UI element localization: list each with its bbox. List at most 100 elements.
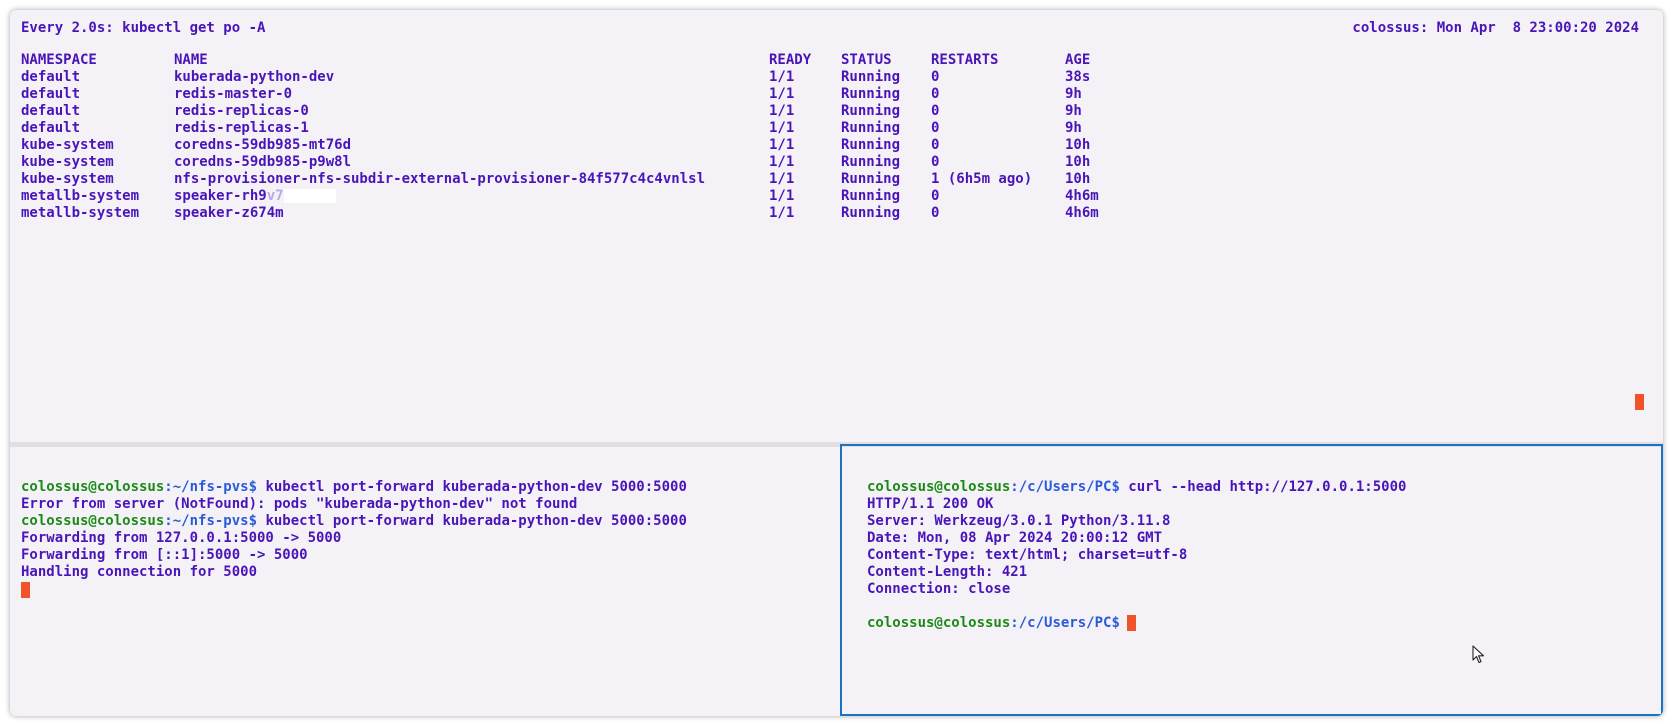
- pod-restarts: 0: [931, 154, 940, 170]
- terminal-cursor: [21, 582, 30, 598]
- col-name: NAME: [174, 52, 208, 68]
- curl-pane-active[interactable]: colossus@colossus:/c/Users/PC$ curl --he…: [840, 444, 1663, 716]
- mouse-pointer-icon: [1472, 645, 1485, 664]
- table-row: kube-system nfs-provisioner-nfs-subdir-e…: [10, 171, 1210, 188]
- pod-ready: 1/1: [769, 137, 795, 153]
- pod-name: coredns-59db985-p9w8l: [174, 154, 352, 170]
- prompt-user: colossus@colossus: [21, 479, 165, 495]
- pod-age: 4h6m: [1065, 205, 1099, 221]
- prompt-line: colossus@colossus:/c/Users/PC$ curl --he…: [867, 479, 1406, 496]
- pod-namespace: kube-system: [21, 171, 114, 187]
- response-line: HTTP/1.1 200 OK: [867, 496, 994, 512]
- prompt-line: colossus@colossus:~/nfs-pvs$ kubectl por…: [21, 513, 687, 530]
- pod-status: Running: [841, 69, 901, 85]
- pod-age: 38s: [1065, 69, 1091, 85]
- prompt-path: :/c/Users/PC$: [1010, 615, 1120, 631]
- pod-age: 10h: [1065, 171, 1091, 187]
- error-line: Error from server (NotFound): pods "kube…: [21, 496, 578, 512]
- pod-ready: 1/1: [769, 103, 795, 119]
- pod-ready: 1/1: [769, 188, 795, 204]
- pod-name: redis-replicas-0: [174, 103, 309, 119]
- pod-name: coredns-59db985-mt76d: [174, 137, 352, 153]
- col-ready: READY: [769, 52, 812, 68]
- pod-name: redis-master-0: [174, 86, 293, 102]
- port-forward-pane[interactable]: colossus@colossus:~/nfs-pvs$ kubectl por…: [10, 447, 840, 716]
- pod-restarts: 0: [931, 86, 940, 102]
- pod-name: speaker-rh9v7: [174, 188, 336, 205]
- pod-ready: 1/1: [769, 154, 795, 170]
- table-row: metallb-system speaker-rh9v7 1/1 Running…: [10, 188, 1210, 205]
- pod-age: 9h: [1065, 103, 1082, 119]
- terminal-window: Every 2.0s: kubectl get po -A colossus: …: [10, 10, 1663, 716]
- pod-namespace: default: [21, 103, 81, 119]
- watch-host-time: colossus: Mon Apr 8 23:00:20 2024: [1352, 20, 1639, 36]
- output-line: Forwarding from [::1]:5000 -> 5000: [21, 547, 308, 563]
- table-row: kube-system coredns-59db985-mt76d 1/1 Ru…: [10, 137, 1210, 154]
- pod-status: Running: [841, 154, 901, 170]
- pod-status: Running: [841, 120, 901, 136]
- pod-age: 9h: [1065, 86, 1082, 102]
- pod-status: Running: [841, 103, 901, 119]
- pod-name: speaker-z674m: [174, 205, 284, 221]
- table-header: NAMESPACE NAME READY STATUS RESTARTS AGE: [10, 52, 1210, 69]
- pod-namespace: metallb-system: [21, 188, 140, 204]
- pod-namespace: kube-system: [21, 154, 114, 170]
- col-namespace: NAMESPACE: [21, 52, 97, 68]
- pod-namespace: default: [21, 120, 81, 136]
- pod-status: Running: [841, 171, 901, 187]
- pod-ready: 1/1: [769, 69, 795, 85]
- prompt-path: :/c/Users/PC$: [1010, 479, 1120, 495]
- pod-ready: 1/1: [769, 120, 795, 136]
- command-text: curl --head http://127.0.0.1:5000: [1119, 479, 1407, 495]
- pod-restarts: 0: [931, 205, 940, 221]
- table-row: default redis-master-0 1/1 Running 0 9h: [10, 86, 1210, 103]
- pod-name-visible: speaker-rh9: [174, 188, 267, 204]
- pod-name: redis-replicas-1: [174, 120, 309, 136]
- prompt-line: colossus@colossus:~/nfs-pvs$ kubectl por…: [21, 479, 687, 496]
- response-line: Date: Mon, 08 Apr 2024 20:00:12 GMT: [867, 530, 1163, 546]
- pod-status: Running: [841, 86, 901, 102]
- command-text: kubectl port-forward kuberada-python-dev…: [257, 479, 687, 495]
- response-line: Server: Werkzeug/3.0.1 Python/3.11.8: [867, 513, 1171, 529]
- watch-pane[interactable]: Every 2.0s: kubectl get po -A colossus: …: [10, 10, 1663, 442]
- table-row: default redis-replicas-1 1/1 Running 0 9…: [10, 120, 1210, 137]
- prompt-path: :~/nfs-pvs$: [164, 479, 258, 495]
- redaction-box: [283, 189, 336, 203]
- pod-namespace: default: [21, 69, 81, 85]
- pod-restarts: 0: [931, 103, 940, 119]
- pod-name-faded: v7: [266, 188, 284, 204]
- pod-ready: 1/1: [769, 171, 795, 187]
- pod-ready: 1/1: [769, 86, 795, 102]
- prompt-user: colossus@colossus: [21, 513, 165, 529]
- col-status: STATUS: [841, 52, 892, 68]
- col-age: AGE: [1065, 52, 1091, 68]
- output-line: Forwarding from 127.0.0.1:5000 -> 5000: [21, 530, 342, 546]
- pod-restarts: 1 (6h5m ago): [931, 171, 1033, 187]
- pod-restarts: 0: [931, 69, 940, 85]
- pod-namespace: metallb-system: [21, 205, 140, 221]
- table-row: metallb-system speaker-z674m 1/1 Running…: [10, 205, 1210, 222]
- response-line: Content-Length: 421: [867, 564, 1028, 580]
- pod-ready: 1/1: [769, 205, 795, 221]
- pod-namespace: default: [21, 86, 81, 102]
- pod-restarts: 0: [931, 120, 940, 136]
- pod-restarts: 0: [931, 137, 940, 153]
- pod-name: nfs-provisioner-nfs-subdir-external-prov…: [174, 171, 706, 187]
- response-line: Content-Type: text/html; charset=utf-8: [867, 547, 1188, 563]
- prompt-user: colossus@colossus: [867, 615, 1011, 631]
- pod-restarts: 0: [931, 188, 940, 204]
- pod-status: Running: [841, 205, 901, 221]
- terminal-cursor: [1127, 615, 1136, 631]
- table-row: default kuberada-python-dev 1/1 Running …: [10, 69, 1210, 86]
- terminal-cursor: [1635, 394, 1644, 410]
- col-restarts: RESTARTS: [931, 52, 999, 68]
- watch-header: Every 2.0s: kubectl get po -A: [21, 20, 266, 36]
- pod-age: 10h: [1065, 154, 1091, 170]
- prompt-path: :~/nfs-pvs$: [164, 513, 258, 529]
- pod-age: 10h: [1065, 137, 1091, 153]
- pod-status: Running: [841, 188, 901, 204]
- table-row: kube-system coredns-59db985-p9w8l 1/1 Ru…: [10, 154, 1210, 171]
- prompt-line: colossus@colossus:/c/Users/PC$: [867, 615, 1120, 632]
- pod-age: 4h6m: [1065, 188, 1099, 204]
- pod-status: Running: [841, 137, 901, 153]
